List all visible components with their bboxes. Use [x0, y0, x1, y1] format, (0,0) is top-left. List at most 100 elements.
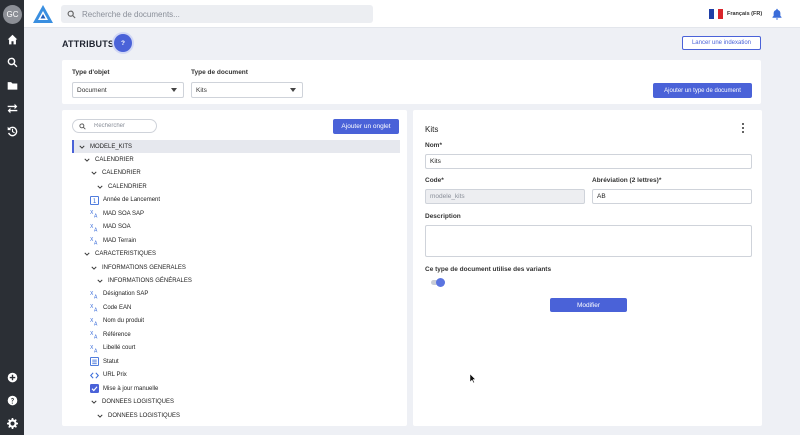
- tree-attribute-row[interactable]: X A Code EAN: [90, 301, 131, 314]
- name-label: Nom*: [425, 142, 442, 149]
- add-document-type-button[interactable]: Ajouter un type de document: [653, 83, 752, 98]
- abbreviation-field[interactable]: AB: [592, 189, 752, 204]
- tree-group-row[interactable]: DONNEES LOGISTIQUES: [96, 409, 180, 422]
- tree-group-row[interactable]: CARACTERISTIQUES: [83, 248, 156, 261]
- tree-row-label: INFORMATIONS GÉNÉRALES: [108, 278, 192, 284]
- object-type-value: Document: [77, 86, 107, 94]
- doc-type-label: Type de document: [191, 69, 248, 76]
- modify-button[interactable]: Modifier: [550, 298, 627, 312]
- chevron-down-icon[interactable]: [96, 412, 103, 419]
- document-type-detail-panel: Kits Nom* Kits Code* modele_kits Abrévia…: [413, 110, 762, 426]
- tree-row-label: Mise à jour manuelle: [103, 385, 159, 392]
- tree-attribute-row[interactable]: Mise à jour manuelle: [90, 382, 158, 395]
- chevron-down-icon[interactable]: [96, 183, 103, 190]
- chevron-down-icon[interactable]: [90, 264, 97, 271]
- tree-group-row[interactable]: INFORMATIONS GENERALES: [90, 261, 186, 274]
- tree-attribute-row[interactable]: X A Nom du produit: [90, 315, 144, 328]
- tree-group-row[interactable]: CALENDRIER: [96, 180, 147, 193]
- chevron-down-icon[interactable]: [83, 156, 90, 163]
- add-tab-button[interactable]: Ajouter un onglet: [333, 119, 399, 134]
- language-selector[interactable]: Français (FR): [709, 9, 762, 19]
- chevron-down-icon: [171, 88, 177, 92]
- translate-icon: XA: [90, 223, 99, 232]
- description-field[interactable]: [425, 225, 752, 257]
- search-icon: [67, 10, 76, 18]
- sidebar-rail: GC: [0, 0, 24, 435]
- chevron-down-icon[interactable]: [78, 143, 85, 150]
- svg-text:A: A: [94, 241, 98, 245]
- tree-row-label: URL Prix: [103, 372, 127, 379]
- code-field: modele_kits: [425, 189, 585, 204]
- folder-icon[interactable]: [5, 78, 19, 92]
- tree-attribute-row[interactable]: X A Référence: [90, 328, 131, 341]
- tree-attribute-row[interactable]: X A MAD SOA: [90, 221, 131, 234]
- chevron-down-icon[interactable]: [96, 278, 103, 285]
- notification-bell-icon[interactable]: [771, 8, 783, 20]
- tree-row-label: MAD SOA: [103, 224, 131, 231]
- doc-type-value: Kits: [196, 86, 207, 94]
- svg-text:A: A: [94, 321, 98, 325]
- translate-icon: XA: [90, 317, 99, 326]
- name-field[interactable]: Kits: [425, 154, 752, 169]
- tree-attribute-row[interactable]: URL Prix: [90, 369, 127, 382]
- svg-text:A: A: [94, 348, 98, 352]
- svg-text:A: A: [94, 214, 98, 218]
- tree-attribute-row[interactable]: X A MAD SOA SAP: [90, 207, 144, 220]
- tree-row-label: Code EAN: [103, 304, 132, 311]
- svg-text:1: 1: [93, 199, 97, 205]
- tree-attribute-row[interactable]: X A MAD Terrain: [90, 234, 136, 247]
- list-icon: [90, 357, 99, 367]
- code-icon: [90, 371, 99, 380]
- tree-search[interactable]: [72, 119, 157, 133]
- help-button[interactable]: ?: [114, 34, 132, 52]
- attribute-tree-panel: Ajouter un onglet MODELE_KITS CALENDRIER C…: [62, 110, 407, 426]
- tree-row-label: Référence: [103, 331, 131, 338]
- tree-row-label: DONNEES LOGISTIQUES: [102, 399, 175, 406]
- translate-icon: XA: [90, 303, 99, 312]
- doc-type-select[interactable]: Kits: [191, 82, 303, 98]
- search-icon[interactable]: [5, 55, 19, 69]
- app-logo[interactable]: [32, 4, 54, 24]
- tree-attribute-row[interactable]: 1 Année de Lancement: [90, 194, 160, 207]
- settings-icon[interactable]: [5, 416, 19, 430]
- top-bar: Français (FR): [24, 0, 800, 28]
- tree-row-label: MAD SOA SAP: [103, 210, 145, 217]
- search-input[interactable]: [82, 9, 362, 19]
- transfer-icon[interactable]: [5, 101, 19, 115]
- tree-row-label: MODELE_KITS: [90, 143, 133, 150]
- translate-icon: XA: [90, 330, 99, 339]
- checkbox-icon: [90, 384, 99, 394]
- tree-attribute-row[interactable]: Statut: [90, 355, 119, 368]
- avatar[interactable]: GC: [3, 5, 22, 24]
- variants-toggle[interactable]: [431, 278, 445, 287]
- chevron-down-icon[interactable]: [83, 251, 90, 258]
- tree-attribute-row[interactable]: X A Désignation SAP: [90, 288, 148, 301]
- home-icon[interactable]: [5, 32, 19, 46]
- description-label: Description: [425, 213, 461, 220]
- tree-group-row[interactable]: INFORMATIONS GÉNÉRALES: [96, 275, 192, 288]
- object-type-select[interactable]: Document: [72, 82, 184, 98]
- add-icon[interactable]: [5, 370, 19, 384]
- more-options-icon[interactable]: [740, 122, 746, 134]
- help-icon[interactable]: [5, 393, 19, 407]
- tree-group-row[interactable]: CALENDRIER: [83, 153, 134, 166]
- tree-row-label: INFORMATIONS GENERALES: [102, 264, 186, 271]
- tree-row-label: Libellé court: [103, 345, 136, 352]
- tree-row-label: CALENDRIER: [108, 183, 147, 190]
- number-icon: 1: [90, 195, 99, 205]
- tree-group-row[interactable]: DONNEES LOGISTIQUES: [90, 396, 174, 409]
- tree-row-label: MAD Terrain: [103, 237, 137, 244]
- language-label: Français (FR): [727, 11, 763, 17]
- document-search[interactable]: [61, 5, 373, 23]
- tree-group-row[interactable]: MODELE_KITS: [72, 140, 400, 153]
- tree-group-row[interactable]: CALENDRIER: [90, 167, 141, 180]
- tree-search-input[interactable]: [94, 123, 154, 129]
- chevron-down-icon[interactable]: [90, 399, 97, 406]
- french-flag-icon: [709, 9, 724, 19]
- chevron-down-icon: [290, 88, 296, 92]
- history-icon[interactable]: [5, 124, 19, 138]
- translate-icon: XA: [90, 344, 99, 353]
- reindex-button[interactable]: Lancer une indexation: [682, 36, 761, 50]
- tree-attribute-row[interactable]: X A Libellé court: [90, 342, 135, 355]
- chevron-down-icon[interactable]: [90, 170, 97, 177]
